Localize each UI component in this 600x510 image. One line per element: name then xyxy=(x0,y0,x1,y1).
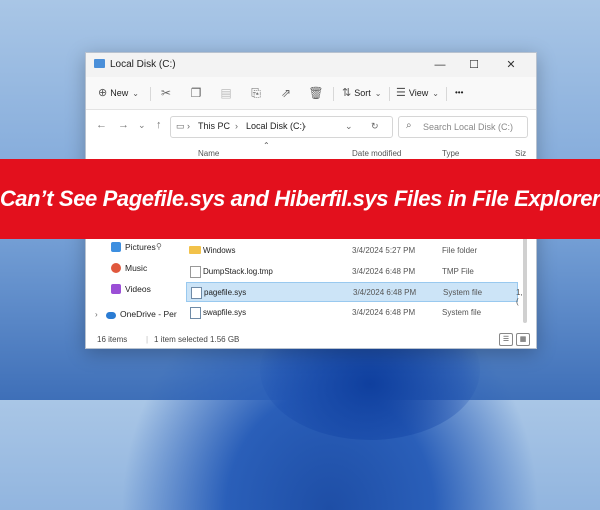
sort-label: Sort xyxy=(354,88,371,98)
system-file-icon xyxy=(191,287,202,299)
selection-info: 1 item selected 1.56 GB xyxy=(154,335,240,344)
table-row[interactable]: DumpStack.log.tmp 3/4/2024 6:48 PM TMP F… xyxy=(186,262,516,280)
file-date: 3/4/2024 6:48 PM xyxy=(353,288,417,297)
share-icon[interactable]: ⇗ xyxy=(277,84,295,102)
table-row-selected[interactable]: pagefile.sys 3/4/2024 6:48 PM System fil… xyxy=(186,282,523,306)
pc-icon: ▭ xyxy=(176,121,185,131)
file-type: System file xyxy=(442,308,482,317)
up-arrow-icon[interactable]: ↑ xyxy=(156,119,162,131)
vertical-scrollbar[interactable] xyxy=(523,233,527,323)
item-count: 16 items xyxy=(97,335,128,344)
forward-arrow-icon[interactable]: → xyxy=(118,119,129,131)
file-type: TMP File xyxy=(442,267,474,276)
search-icon: ⌕ xyxy=(406,120,412,131)
file-type: System file xyxy=(443,288,483,297)
breadcrumb-separator: › xyxy=(303,121,306,131)
file-name: DumpStack.log.tmp xyxy=(203,267,273,276)
command-bar: ⊕ New ⌄ ✂ ❐ ▤ ⎘ ⇗ 🗑 ⇅ Sort ⌄ ☰ View ⌄ ••• xyxy=(86,77,536,110)
file-name: Windows xyxy=(203,246,236,255)
sidebar-item-onedrive[interactable]: OneDrive - Per xyxy=(106,309,177,319)
divider xyxy=(389,87,390,101)
videos-icon xyxy=(111,284,121,294)
paste-icon[interactable]: ▤ xyxy=(217,84,235,102)
more-options-button[interactable]: ••• xyxy=(455,83,463,103)
maximize-button[interactable]: ☐ xyxy=(461,56,487,74)
breadcrumb-separator: › xyxy=(187,121,190,131)
sidebar-item-label: Music xyxy=(125,263,148,273)
status-bar: 16 items | 1 item selected 1.56 GB ☰ ▦ xyxy=(86,331,536,347)
divider xyxy=(150,87,151,101)
file-icon xyxy=(190,266,201,278)
drive-icon xyxy=(94,59,105,68)
sidebar-item-label: Videos xyxy=(125,284,151,294)
close-button[interactable]: ✕ xyxy=(498,56,524,74)
column-header-size[interactable]: Siz xyxy=(515,149,526,158)
divider xyxy=(333,87,334,101)
file-name: swapfile.sys xyxy=(203,308,247,317)
sidebar-item-pictures[interactable]: Pictures xyxy=(111,242,156,252)
sidebar-item-videos[interactable]: Videos xyxy=(111,284,151,294)
pin-icon: ⚲ xyxy=(156,242,162,251)
title-bar: Local Disk (C:) — ☐ ✕ xyxy=(86,53,536,77)
sidebar-item-label: OneDrive - Per xyxy=(120,309,177,319)
expand-chevron-icon[interactable]: › xyxy=(95,310,98,319)
back-arrow-icon[interactable]: ← xyxy=(96,119,107,131)
plus-icon: ⊕ xyxy=(98,87,108,99)
chevron-down-icon: ⌄ xyxy=(374,89,382,98)
chevron-down-icon: ⌄ xyxy=(132,89,139,98)
music-icon xyxy=(111,263,121,273)
cut-icon[interactable]: ✂ xyxy=(157,84,175,102)
sidebar-item-music[interactable]: Music xyxy=(111,263,147,273)
title-banner: Can’t See Pagefile.sys and Hiberfil.sys … xyxy=(0,159,600,239)
column-header-type[interactable]: Type xyxy=(442,149,459,158)
file-date: 3/4/2024 5:27 PM xyxy=(352,246,416,255)
sort-icon: ⇅ xyxy=(342,87,352,99)
sort-button[interactable]: ⇅ Sort ⌄ xyxy=(342,83,384,103)
pictures-icon xyxy=(111,242,121,252)
file-name: pagefile.sys xyxy=(204,288,247,297)
divider xyxy=(446,87,447,101)
minimize-button[interactable]: — xyxy=(427,56,453,74)
new-label: New xyxy=(110,88,129,98)
system-file-icon xyxy=(190,307,201,319)
sidebar-item-label: Pictures xyxy=(125,242,156,252)
file-size: 1,( xyxy=(516,288,523,306)
view-icon: ☰ xyxy=(396,87,406,99)
folder-icon xyxy=(189,246,201,254)
file-type: File folder xyxy=(442,246,478,255)
details-view-icon[interactable]: ☰ xyxy=(499,333,513,346)
address-row: ← → ⌄ ↑ ▭ › This PC › Local Disk (C:) › … xyxy=(86,110,536,142)
table-row[interactable]: Windows 3/4/2024 5:27 PM File folder xyxy=(186,241,516,259)
column-header-name[interactable]: Name xyxy=(198,149,219,158)
chevron-down-icon: ⌄ xyxy=(432,89,439,98)
search-input[interactable]: ⌕ Search Local Disk (C:) xyxy=(398,116,528,138)
breadcrumb-local-disk[interactable]: Local Disk (C:) xyxy=(246,121,305,131)
column-header-date[interactable]: Date modified xyxy=(352,149,401,158)
view-label: View xyxy=(408,88,429,98)
view-button[interactable]: ☰ View ⌄ xyxy=(396,83,442,103)
rename-icon[interactable]: ⎘ xyxy=(247,84,265,102)
file-date: 3/4/2024 6:48 PM xyxy=(352,267,416,276)
banner-headline: Can’t See Pagefile.sys and Hiberfil.sys … xyxy=(0,186,600,211)
status-divider: | xyxy=(146,335,149,344)
sort-ascending-icon: ⌃ xyxy=(263,141,270,150)
refresh-icon[interactable]: ↻ xyxy=(371,121,379,132)
delete-icon[interactable]: 🗑 xyxy=(307,84,325,102)
search-placeholder: Search Local Disk (C:) xyxy=(423,122,514,132)
breadcrumb-this-pc[interactable]: This PC xyxy=(198,121,230,131)
window-title: Local Disk (C:) xyxy=(110,59,176,70)
copy-icon[interactable]: ❐ xyxy=(187,84,205,102)
new-button[interactable]: ⊕ New ⌄ xyxy=(98,83,142,103)
onedrive-icon xyxy=(106,312,116,319)
address-bar[interactable]: ▭ › This PC › Local Disk (C:) › ⌄ ↻ xyxy=(170,116,393,138)
tiles-view-icon[interactable]: ▦ xyxy=(516,333,530,346)
file-date: 3/4/2024 6:48 PM xyxy=(352,308,416,317)
recent-chevron-icon[interactable]: ⌄ xyxy=(138,120,146,131)
breadcrumb-separator: › xyxy=(235,121,238,131)
address-dropdown-icon[interactable]: ⌄ xyxy=(345,121,353,132)
table-row[interactable]: swapfile.sys 3/4/2024 6:48 PM System fil… xyxy=(186,303,516,321)
